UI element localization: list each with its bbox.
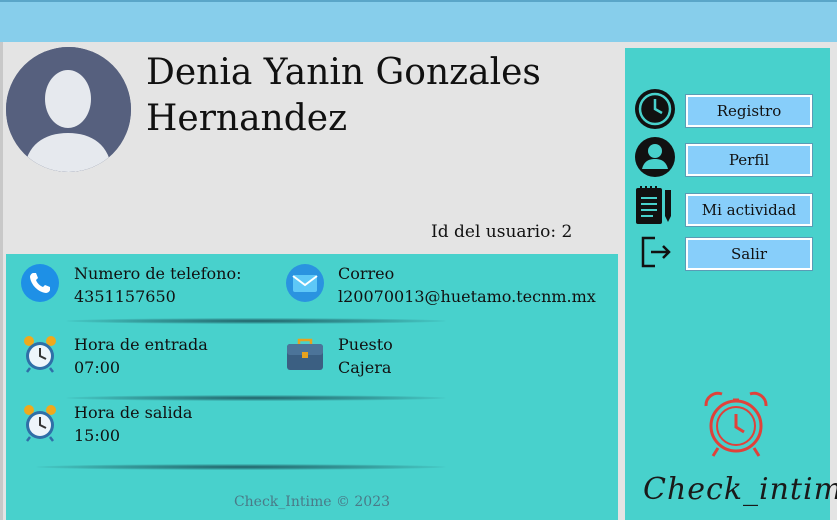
mail-icon [286, 264, 324, 302]
user-id: Id del usuario: 2 [431, 222, 572, 242]
profile-header: Denia Yanin Gonzales Hernandez Id del us… [3, 42, 618, 254]
phone-value: 4351157650 [74, 287, 176, 306]
email-label: Correo [338, 264, 395, 283]
divider [66, 395, 446, 401]
brand-alarm-clock-icon [704, 391, 768, 457]
divider [36, 464, 446, 470]
notepad-icon [636, 186, 671, 224]
exit-time-value: 15:00 [74, 426, 121, 445]
position-value: Cajera [338, 358, 392, 377]
registro-button[interactable]: Registro [686, 95, 812, 127]
nav-item-registro: Registro [625, 87, 830, 131]
entry-time-label: Hora de entrada [74, 335, 208, 354]
entry-time-value: 07:00 [74, 358, 121, 377]
user-id-label: Id del usuario: [431, 222, 557, 242]
alarm-clock-icon [24, 336, 56, 373]
user-icon [635, 137, 675, 177]
user-name: Denia Yanin Gonzales Hernandez [146, 52, 541, 139]
exit-time-label: Hora de salida [74, 403, 193, 422]
mi-actividad-button[interactable]: Mi actividad [686, 194, 812, 226]
nav-item-mi-actividad: Mi actividad [625, 184, 830, 228]
side-nav: Registro Perfil Mi actividad Salir Check… [625, 48, 837, 520]
position-label: Puesto [338, 335, 393, 354]
divider [66, 318, 446, 324]
brand-logo-text: Check_intime [643, 472, 837, 507]
logout-icon [641, 236, 671, 268]
user-id-value: 2 [561, 222, 573, 242]
nav-item-perfil: Perfil [625, 135, 830, 179]
briefcase-icon [287, 338, 323, 370]
user-silhouette-icon [6, 47, 131, 172]
clock-icon [635, 89, 675, 129]
perfil-button[interactable]: Perfil [686, 144, 812, 176]
salir-button[interactable]: Salir [686, 238, 812, 270]
title-bar [0, 0, 837, 42]
avatar [6, 47, 131, 172]
alarm-clock-icon [24, 405, 56, 442]
email-value: l20070013@huetamo.tecnm.mx [338, 287, 596, 306]
user-info-panel: Numero de telefono: 4351157650 Correo l2… [6, 254, 618, 520]
phone-icon [21, 264, 59, 302]
phone-label: Numero de telefono: [74, 264, 242, 283]
nav-item-salir: Salir [625, 230, 830, 274]
copyright-footer: Check_Intime © 2023 [233, 494, 391, 510]
